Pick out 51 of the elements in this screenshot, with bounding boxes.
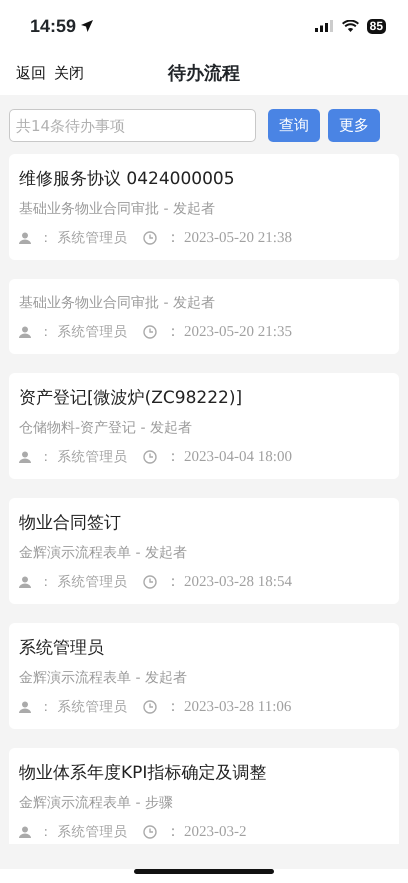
task-card[interactable]: 物业合同签订 金辉演示流程表单 - 发起者 ： 系统管理员 ： 2023-03-28 18:54 [9, 498, 399, 604]
task-card[interactable]: 维修服务协议 0424000005 基础业务物业合同审批 - 发起者 ： 系统管理员 ： 2023-05-20 21:38 [9, 154, 399, 260]
task-time: ： 2023-03-28 18:54 [165, 573, 292, 592]
user-name: ： 系统管理员 [39, 229, 128, 248]
task-title: 资产登记[微波炉(ZC98222)] [19, 387, 244, 409]
location-icon [80, 19, 94, 33]
clock-icon [143, 450, 158, 464]
task-time: ： 2023-05-20 21:38 [165, 229, 292, 248]
user-name: ： 系统管理员 [39, 823, 128, 842]
task-title: 系统管理员 [19, 637, 105, 659]
clock-icon [143, 231, 158, 245]
task-subtitle: 金辉演示流程表单 - 发起者 [19, 669, 188, 688]
more-button[interactable]: 更多 [328, 109, 380, 142]
search-field[interactable]: 共14条待办事项 [9, 109, 256, 142]
task-title: 物业体系年度KPI指标确定及调整 [19, 762, 268, 784]
user-name: ： 系统管理员 [39, 573, 128, 592]
close-link[interactable]: 关闭 [54, 62, 84, 85]
clock-icon [143, 325, 158, 339]
user-icon [19, 232, 31, 244]
task-time: ： 2023-03-2 [165, 823, 247, 842]
page-title: 待办流程 [168, 63, 240, 84]
user-name: ： 系统管理员 [39, 698, 128, 717]
user-name: ： 系统管理员 [39, 323, 128, 342]
task-subtitle: 金辉演示流程表单 - 步骤 [19, 794, 174, 813]
task-card[interactable]: 系统管理员 金辉演示流程表单 - 发起者 ： 系统管理员 ： 2023-03-28 11:06 [9, 623, 399, 729]
task-card[interactable]: 物业体系年度KPI指标确定及调整 金辉演示流程表单 - 步骤 ： 系统管理员 ： 2023-03-2 [9, 748, 399, 844]
status-time: 14:59 [30, 14, 76, 38]
task-subtitle: 金辉演示流程表单 - 发起者 [19, 544, 188, 563]
task-subtitle: 仓储物料-资产登记 - 发起者 [19, 419, 194, 438]
clock-icon [143, 575, 158, 589]
signal-icon [314, 20, 334, 32]
query-button[interactable]: 查询 [268, 109, 320, 142]
user-icon [19, 326, 31, 338]
user-icon [19, 576, 31, 588]
task-subtitle: 基础业务物业合同审批 - 发起者 [19, 200, 216, 219]
task-card[interactable]: 资产登记[微波炉(ZC98222)] 仓储物料-资产登记 - 发起者 ： 系统管理员 ： 2023-04-04 18:00 [9, 373, 399, 479]
back-link[interactable]: 返回 [16, 62, 46, 85]
task-subtitle: 基础业务物业合同审批 - 发起者 [19, 294, 216, 313]
user-name: ： 系统管理员 [39, 448, 128, 467]
clock-icon [143, 700, 158, 714]
clock-icon [143, 825, 158, 839]
battery-level: 85 [366, 18, 386, 34]
wifi-icon [342, 20, 359, 32]
task-title: 维修服务协议 0424000005 [19, 168, 236, 190]
task-time: ： 2023-03-28 11:06 [165, 698, 292, 717]
user-icon [19, 451, 31, 463]
user-icon [19, 701, 31, 713]
task-title: 物业合同签订 [19, 512, 122, 534]
task-time: ： 2023-05-20 21:35 [165, 323, 292, 342]
task-time: ： 2023-04-04 18:00 [165, 448, 292, 467]
user-icon [19, 826, 31, 838]
